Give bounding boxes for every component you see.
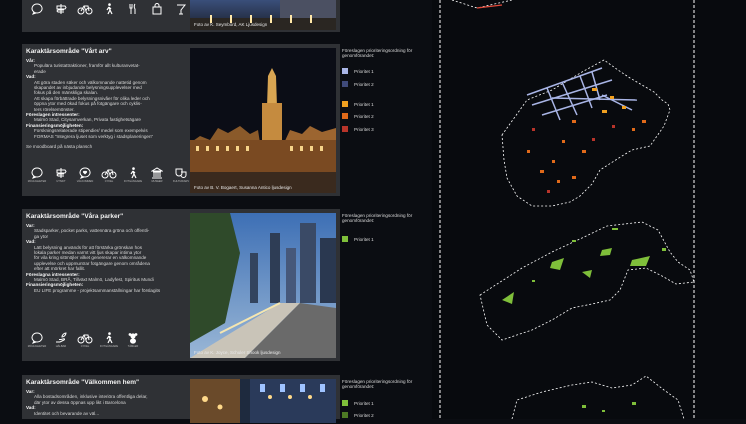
bicycle-icon: CYKEL xyxy=(98,167,120,183)
district-map xyxy=(439,0,695,420)
bicycle-icon: CYKEL xyxy=(74,332,96,348)
map-vart-arv xyxy=(501,59,671,207)
chat-bubble-icon: MÖJLIGHETER xyxy=(26,167,48,183)
pedestrian-icon xyxy=(98,3,120,16)
photo-caption: Foto av K. Joyce, Schuler Shook ljusdesi… xyxy=(194,350,281,355)
legend-swatch xyxy=(342,236,348,242)
museum-icon: MUSEER xyxy=(146,167,168,183)
pedestrian-icon: FOTGÄNGARE xyxy=(122,167,144,183)
area-panel-vara-parker: Karaktärsområde "Våra parker" Var: Stads… xyxy=(22,209,340,361)
chat-bubble-icon xyxy=(26,3,48,16)
signpost-icon xyxy=(50,3,72,16)
photo-caption: Foto av B. V. Bogaert, Susanna Antico lj… xyxy=(194,185,292,190)
legend-swatch xyxy=(342,400,348,406)
moodboard-note: Se moodboard på nästa plansch xyxy=(26,144,93,150)
top-icon-row xyxy=(26,3,216,16)
hand-leaf-icon: HÅLBAR xyxy=(50,332,72,348)
legend-item: Prioritet 1 xyxy=(342,236,374,242)
signpost-icon: UTSIKT xyxy=(50,167,72,183)
legend-title: Föreslagen prioriteringsordning för geno… xyxy=(342,213,413,224)
area-icon-row: MÖJLIGHETER UTSIKT VÄLKOMMEN CYKEL FOTGÄ… xyxy=(26,167,192,183)
legend-swatch xyxy=(342,68,348,74)
bicycle-icon xyxy=(74,3,96,16)
heart-bubble-icon: VÄLKOMMEN xyxy=(74,167,96,183)
shopping-bag-icon xyxy=(146,3,168,16)
legend-item: Prioritet 1 xyxy=(342,68,374,74)
area-panel-vart-arv: Karaktärsområde "Vårt arv" Vår: Populära… xyxy=(22,44,340,196)
legend-vara-parker: Föreslagen prioriteringsordning för geno… xyxy=(342,213,428,253)
legend-item: Prioritet 2 xyxy=(342,113,374,119)
legend-item: Prioritet 3 xyxy=(342,126,374,132)
chat-bubble-icon: MÖJLIGHETER xyxy=(26,332,48,348)
map-pane xyxy=(432,0,746,420)
top-panel-strip: Foto av K. Seymbord, AK Ljusdesign xyxy=(22,0,340,32)
legend-vart-arv: Föreslagen prioriteringsordning för geno… xyxy=(342,48,428,138)
map-valkommen-hem xyxy=(511,375,685,420)
area-panel-valkommen-hem: Karaktärsområde "Välkommen hem" Var: All… xyxy=(22,375,340,423)
legend-swatch xyxy=(342,126,348,132)
text-line: EU LIFE programme - projektsammanställni… xyxy=(34,287,161,293)
area-description: Vår: Populära turistattraktioner, framfö… xyxy=(26,58,186,150)
area-description: Var: Stadsparker, pocket parks, vattennä… xyxy=(26,223,186,293)
text-line: Identitet och bevarande av väl... xyxy=(34,410,100,416)
legend-title: Föreslagen prioriteringsordning för geno… xyxy=(342,48,413,59)
area-description: Var: Alla bostadsområden, inklusive inte… xyxy=(26,389,186,416)
area-icon-row: MÖJLIGHETER HÅLBAR CYKEL FOTGÄNGARE TÄML… xyxy=(26,332,144,348)
top-photo-caption: Foto av K. Seymbord, AK Ljusdesign xyxy=(194,22,268,27)
legend-valkommen-hem: Föreslagen prioriteringsordning för geno… xyxy=(342,379,428,419)
legend-item: Prioritet 1 xyxy=(342,101,374,107)
legend-item: Prioritet 2 xyxy=(342,81,374,87)
drink-glass-icon xyxy=(170,3,192,16)
area-title: Karaktärsområde "Våra parker" xyxy=(26,213,124,220)
legend-title: Föreslagen prioriteringsordning för geno… xyxy=(342,379,413,390)
teddy-bear-icon: TÄMLER xyxy=(122,332,144,348)
legend-swatch xyxy=(342,101,348,107)
legend-swatch xyxy=(342,81,348,87)
legend-item: Prioritet 1 xyxy=(342,400,374,406)
legend-item: Prioritet 2 xyxy=(342,412,374,418)
legend-swatch xyxy=(342,113,348,119)
area-title: Karaktärsområde "Vårt arv" xyxy=(26,48,112,55)
area-photo-street xyxy=(190,379,336,423)
top-photo: Foto av K. Seymbord, AK Ljusdesign xyxy=(190,0,336,30)
area-title: Karaktärsområde "Välkommen hem" xyxy=(26,379,140,386)
area-photo-park: Foto av K. Joyce, Schuler Shook ljusdesi… xyxy=(190,213,336,358)
map-top-fragment xyxy=(451,0,513,9)
legend-swatch xyxy=(342,412,348,418)
area-photo-cathedral: Foto av B. V. Bogaert, Susanna Antico lj… xyxy=(190,48,336,193)
theater-masks-icon: KULTUR/ARV xyxy=(170,167,192,183)
pedestrian-icon: FOTGÄNGARE xyxy=(98,332,120,348)
cutlery-icon xyxy=(122,3,144,16)
map-vara-parker xyxy=(479,221,695,341)
